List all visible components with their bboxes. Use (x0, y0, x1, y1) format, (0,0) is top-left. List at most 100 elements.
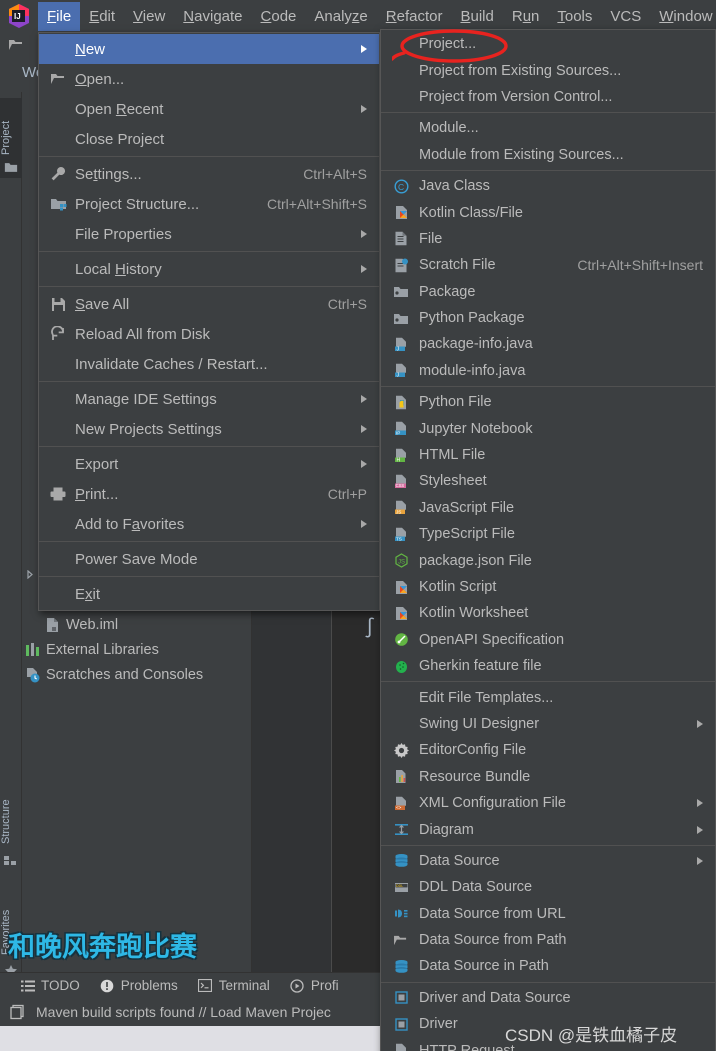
menu-item-typescript-file[interactable]: TS TypeScript File (381, 521, 715, 547)
menu-item-python-file[interactable]: Python File (381, 389, 715, 415)
menu-item-data-source-in-path[interactable]: Data Source in Path (381, 953, 715, 979)
blank-icon (47, 390, 69, 408)
menu-item-jupyter-notebook[interactable]: IP Jupyter Notebook (381, 415, 715, 441)
menu-item-project[interactable]: Project... (381, 31, 715, 57)
menu-item-add-to-favorites[interactable]: Add to Favorites (39, 509, 379, 539)
menu-item-project-from-existing-sources[interactable]: Project from Existing Sources... (381, 57, 715, 83)
tree-item-external-libraries[interactable]: External Libraries (0, 637, 159, 662)
menu-item-package[interactable]: Package (381, 279, 715, 305)
menu-item-gherkin-feature-file[interactable]: Gherkin feature file (381, 653, 715, 679)
menu-item-new-projects-settings[interactable]: New Projects Settings (39, 414, 379, 444)
menubar-item-tools[interactable]: Tools (548, 2, 601, 31)
bottom-bar-item-terminal[interactable]: Terminal (198, 978, 270, 993)
folder-open-icon (47, 70, 69, 88)
menubar-item-view[interactable]: View (124, 2, 174, 31)
menu-item-open[interactable]: Open... (39, 64, 379, 94)
menu-item-module-from-existing-sources[interactable]: Module from Existing Sources... (381, 142, 715, 168)
menu-item-resource-bundle[interactable]: Resource Bundle (381, 764, 715, 790)
menubar-item-window[interactable]: Window (650, 2, 716, 31)
menu-item-label: Swing UI Designer (419, 715, 540, 732)
new-submenu-popup: Project... Project from Existing Sources… (380, 29, 716, 1051)
menu-item-module[interactable]: Module... (381, 115, 715, 141)
chevron-right-icon[interactable] (26, 567, 38, 583)
menubar-item-code[interactable]: Code (252, 2, 306, 31)
menubar-item-edit[interactable]: Edit (80, 2, 124, 31)
menu-item-settings[interactable]: Settings... Ctrl+Alt+S (39, 159, 379, 189)
menu-item-openapi-specification[interactable]: OpenAPI Specification (381, 627, 715, 653)
menu-item-xml-configuration-file[interactable]: <> XML Configuration File (381, 790, 715, 816)
menu-item-reload-all-from-disk[interactable]: Reload All from Disk (39, 319, 379, 349)
open-folder-toolbar-icon[interactable] (8, 38, 25, 57)
menubar-item-run[interactable]: Run (503, 2, 549, 31)
submenu-arrow-icon (361, 425, 367, 433)
bottom-bar-item-todo[interactable]: TODO (20, 978, 80, 993)
menu-item-scratch-file[interactable]: Scratch File Ctrl+Alt+Shift+Insert (381, 252, 715, 278)
event-log-icon[interactable] (10, 1004, 26, 1020)
menubar-item-analyze[interactable]: Analyze (305, 2, 376, 31)
sidebar-item-structure[interactable]: Structure (0, 782, 22, 862)
menu-item-close-project[interactable]: Close Project (39, 124, 379, 154)
menu-item-data-source-from-url[interactable]: Data Source from URL (381, 901, 715, 927)
menu-item-package-info-java[interactable]: J package-info.java (381, 331, 715, 357)
menu-item-edit-file-templates[interactable]: Edit File Templates... (381, 684, 715, 710)
menu-item-python-package[interactable]: Python Package (381, 305, 715, 331)
menubar-item-file[interactable]: File (38, 1, 81, 31)
menu-item-html-file[interactable]: H HTML File (381, 442, 715, 468)
menu-item-accel: Ctrl+S (327, 296, 367, 312)
menu-item-label: Power Save Mode (75, 550, 198, 568)
menu-item-editorconfig-file[interactable]: EditorConfig File (381, 737, 715, 763)
tree-item-scratches-and-consoles[interactable]: Scratches and Consoles (0, 662, 203, 687)
submenu-arrow-icon (697, 719, 703, 728)
menu-item-stylesheet[interactable]: CSS Stylesheet (381, 468, 715, 494)
menubar-item-vcs[interactable]: VCS (601, 2, 650, 31)
java-file-icon: J (391, 336, 411, 352)
svg-text:TS: TS (396, 536, 402, 541)
menu-item-project-from-version-control[interactable]: Project from Version Control... (381, 84, 715, 110)
menu-item-data-source[interactable]: Data Source (381, 848, 715, 874)
menu-item-print[interactable]: Print... Ctrl+P (39, 479, 379, 509)
package-icon (391, 310, 411, 326)
watermark-chinese: 和晚风奔跑比赛 (8, 932, 197, 963)
menubar-item-navigate[interactable]: Navigate (174, 2, 251, 31)
kotlin-file-icon (391, 205, 411, 221)
menu-item-export[interactable]: Export (39, 449, 379, 479)
menu-item-java-class[interactable]: C Java Class (381, 173, 715, 199)
java-file-icon: J (391, 363, 411, 379)
printer-icon (47, 485, 69, 503)
blank-icon (47, 130, 69, 148)
menu-item-power-save-mode[interactable]: Power Save Mode (39, 544, 379, 574)
menu-item-ddl-data-source[interactable]: DDL DDL Data Source (381, 874, 715, 900)
menu-item-driver-and-data-source[interactable]: Driver and Data Source (381, 985, 715, 1011)
menu-item-kotlin-script[interactable]: Kotlin Script (381, 574, 715, 600)
bottom-bar-item-profiler[interactable]: Profi (290, 978, 339, 993)
menubar-item-build[interactable]: Build (451, 2, 502, 31)
http-request-icon: API (391, 1043, 411, 1051)
menu-item-label: HTML File (419, 447, 486, 464)
menu-item-invalidate-caches[interactable]: Invalidate Caches / Restart... (39, 349, 379, 379)
blank-icon (391, 716, 411, 732)
menu-item-label: Diagram (419, 821, 474, 838)
menu-item-open-recent[interactable]: Open Recent (39, 94, 379, 124)
menu-item-local-history[interactable]: Local History (39, 254, 379, 284)
menu-item-file-properties[interactable]: File Properties (39, 219, 379, 249)
ddl-icon: DDL (391, 879, 411, 895)
menu-item-exit[interactable]: Exit (39, 579, 379, 609)
menu-item-package-json-file[interactable]: JS package.json File (381, 547, 715, 573)
submenu-arrow-icon (361, 230, 367, 238)
menu-item-data-source-from-path[interactable]: Data Source from Path (381, 927, 715, 953)
menu-item-swing-ui-designer[interactable]: Swing UI Designer (381, 711, 715, 737)
menu-item-manage-ide-settings[interactable]: Manage IDE Settings (39, 384, 379, 414)
menu-item-project-structure[interactable]: Project Structure... Ctrl+Alt+Shift+S (39, 189, 379, 219)
menu-item-file[interactable]: File (381, 226, 715, 252)
bottom-bar-label: Problems (120, 978, 178, 993)
menu-item-javascript-file[interactable]: JS JavaScript File (381, 495, 715, 521)
menubar-item-refactor[interactable]: Refactor (377, 2, 452, 31)
bottom-bar-item-problems[interactable]: Problems (100, 978, 178, 993)
menu-separator (39, 286, 379, 287)
menu-item-kotlin-class-file[interactable]: Kotlin Class/File (381, 199, 715, 225)
menu-item-new[interactable]: New (39, 34, 379, 64)
menu-item-save-all[interactable]: Save All Ctrl+S (39, 289, 379, 319)
menu-item-diagram[interactable]: Diagram (381, 816, 715, 842)
menu-item-module-info-java[interactable]: J module-info.java (381, 358, 715, 384)
menu-item-kotlin-worksheet[interactable]: Kotlin Worksheet (381, 600, 715, 626)
